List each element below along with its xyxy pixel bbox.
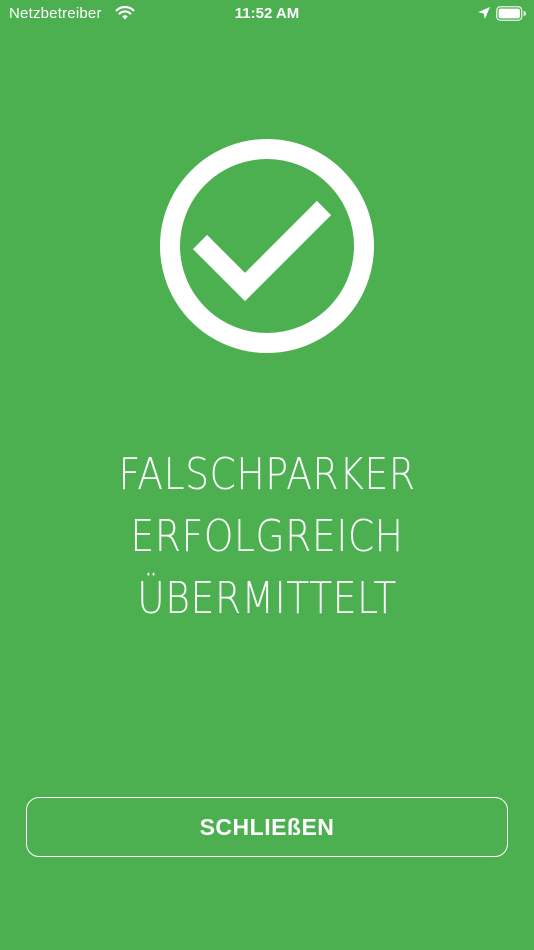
status-time: 11:52 AM <box>234 5 300 22</box>
success-screen: Netzbetreiber 11:52 AM FALSCHPARKER ERFO… <box>0 0 534 950</box>
status-bar: Netzbetreiber 11:52 AM <box>0 0 534 28</box>
message-line-2: ERFOLGREICH <box>130 511 404 562</box>
location-arrow-icon <box>478 7 490 19</box>
battery-icon <box>496 6 526 21</box>
message-line-3: ÜBERMITTELT <box>137 573 397 624</box>
success-message: FALSCHPARKER ERFOLGREICH ÜBERMITTELT <box>0 444 534 630</box>
close-button[interactable]: SCHLIEßEN <box>26 797 508 857</box>
check-circle-icon <box>160 139 374 353</box>
message-line-1: FALSCHPARKER <box>118 449 416 500</box>
